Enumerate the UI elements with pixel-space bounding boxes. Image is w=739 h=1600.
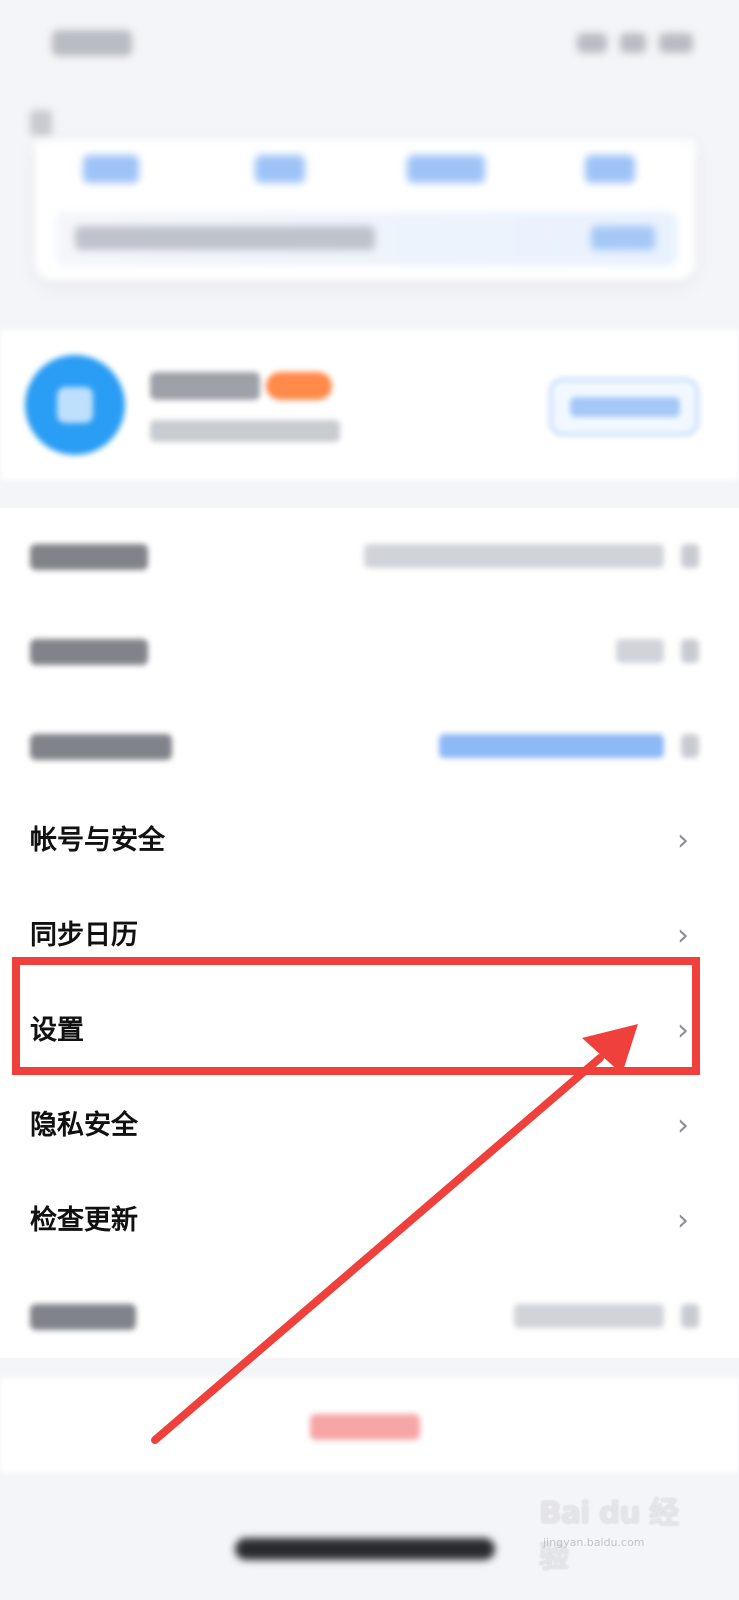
home-indicator[interactable] — [235, 1538, 495, 1560]
chevron-right-icon — [681, 544, 699, 568]
menu-item-check-update[interactable]: 检查更新 › — [0, 1173, 739, 1268]
menu-item-label: 同步日历 — [30, 920, 138, 951]
menu-row-value — [439, 734, 664, 758]
menu-row-blurred-2[interactable] — [0, 603, 739, 698]
chevron-right-icon: › — [677, 918, 689, 953]
baidu-jingyan-watermark: Bai du 经验 jingyan.baidu.com — [539, 1480, 699, 1575]
menu-row-label — [30, 639, 148, 665]
menu-row-label — [30, 1304, 136, 1330]
highlight-box — [12, 957, 700, 1075]
status-icons — [569, 32, 699, 54]
status-time — [52, 30, 132, 56]
quick-link-4[interactable] — [585, 155, 635, 183]
profile-subtitle — [150, 420, 340, 442]
battery-icon — [659, 32, 694, 53]
signal-icon — [577, 32, 607, 53]
menu-row-value — [514, 1304, 664, 1328]
quick-link-1[interactable] — [83, 155, 139, 183]
avatar-icon — [57, 387, 93, 423]
menu-row-value — [364, 544, 664, 568]
profile-action-button[interactable] — [549, 378, 699, 436]
quick-links-card — [35, 140, 695, 280]
menu-item-label: 帐号与安全 — [30, 825, 165, 856]
chevron-right-icon — [681, 639, 699, 663]
vip-badge — [266, 372, 332, 400]
chevron-right-icon: › — [677, 823, 689, 858]
menu-item-privacy-security[interactable]: 隐私安全 › — [0, 1078, 739, 1173]
menu-row-value — [616, 639, 664, 663]
profile-action-label — [570, 397, 680, 417]
banner-text — [75, 226, 375, 250]
menu-item-label: 检查更新 — [30, 1205, 138, 1236]
watermark-domain: jingyan.baidu.com — [543, 1536, 645, 1549]
avatar[interactable] — [25, 355, 125, 455]
profile-name — [150, 372, 260, 400]
banner-action[interactable] — [591, 226, 655, 250]
profile-section[interactable] — [0, 330, 739, 480]
menu-row-label — [30, 734, 172, 760]
menu-row-blurred-3[interactable] — [0, 698, 739, 793]
logout-button[interactable] — [0, 1378, 739, 1473]
menu-row-blurred-4[interactable] — [0, 1268, 739, 1363]
quick-link-2[interactable] — [255, 155, 305, 183]
menu-item-label: 隐私安全 — [30, 1110, 138, 1141]
back-icon[interactable] — [30, 110, 52, 136]
menu-item-account-security[interactable]: 帐号与安全 › — [0, 793, 739, 888]
menu-row-blurred-1[interactable] — [0, 508, 739, 603]
promo-banner[interactable] — [55, 212, 677, 266]
status-bar — [0, 0, 739, 90]
quick-link-3[interactable] — [407, 155, 485, 183]
quick-links — [35, 155, 695, 189]
chevron-right-icon — [681, 1304, 699, 1328]
logout-label — [310, 1414, 420, 1440]
watermark-brand: Bai du 经验 — [539, 1496, 679, 1575]
wifi-icon — [620, 32, 647, 53]
settings-menu: 帐号与安全 › 同步日历 › 设置 › 隐私安全 › 检查更新 › — [0, 508, 739, 1358]
chevron-right-icon — [681, 734, 699, 758]
chevron-right-icon: › — [677, 1108, 689, 1143]
chevron-right-icon: › — [677, 1203, 689, 1238]
menu-row-label — [30, 544, 148, 570]
